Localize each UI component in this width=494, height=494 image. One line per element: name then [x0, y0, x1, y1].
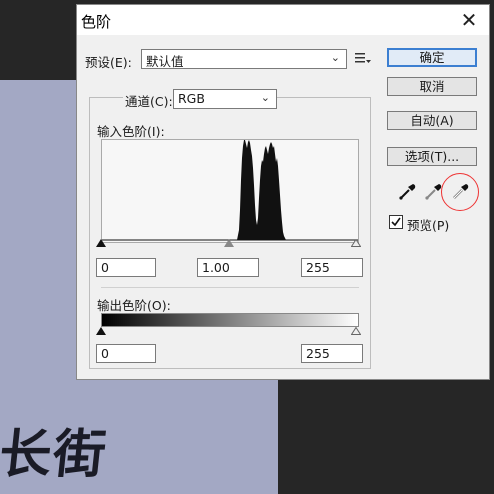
title-bar[interactable]: 色阶 ✕: [77, 5, 489, 35]
dialog-title: 色阶: [81, 13, 112, 31]
cancel-button[interactable]: 取消: [387, 77, 477, 96]
channel-select[interactable]: RGB ⌄: [173, 89, 277, 109]
input-gamma-slider[interactable]: [224, 239, 234, 247]
preview-checkbox[interactable]: [389, 215, 403, 229]
input-gamma-field[interactable]: 1.00: [197, 258, 259, 277]
close-button[interactable]: ✕: [455, 7, 483, 33]
input-black-field[interactable]: 0: [96, 258, 156, 277]
output-white-slider[interactable]: [351, 327, 361, 335]
preset-select[interactable]: 默认值 ⌄: [141, 49, 347, 69]
input-levels-label: 输入色阶(I):: [97, 124, 165, 139]
preset-menu-icon[interactable]: [355, 51, 371, 65]
channel-value: RGB: [178, 91, 205, 106]
output-black-slider[interactable]: [96, 327, 106, 335]
input-black-slider[interactable]: [96, 239, 106, 247]
output-white-field[interactable]: 255: [301, 344, 363, 363]
input-white-field[interactable]: 255: [301, 258, 363, 277]
histogram-plot: [102, 140, 358, 241]
highlight-circle: [441, 173, 479, 211]
output-levels-label: 输出色阶(O):: [97, 298, 171, 313]
background-handwriting: 长街: [0, 424, 111, 485]
chevron-down-icon: ⌄: [260, 91, 270, 104]
preview-label: 预览(P): [407, 218, 450, 233]
output-black-field[interactable]: 0: [96, 344, 156, 363]
divider: [101, 287, 359, 288]
channel-label: 通道(C):: [123, 91, 175, 110]
levels-dialog: 色阶 ✕ 预设(E): 默认值 ⌄ 确定 取消 自动(A) 选项(T)... 预…: [76, 4, 490, 380]
black-point-eyedropper-icon[interactable]: [398, 181, 418, 201]
checkmark-icon: [391, 217, 401, 227]
histogram: [101, 139, 359, 243]
preset-label: 预设(E):: [85, 55, 132, 70]
options-button[interactable]: 选项(T)...: [387, 147, 477, 166]
auto-button[interactable]: 自动(A): [387, 111, 477, 130]
output-gradient: [101, 313, 359, 327]
ok-button[interactable]: 确定: [387, 48, 477, 67]
preset-value: 默认值: [146, 54, 184, 69]
chevron-down-icon: ⌄: [330, 51, 340, 64]
input-white-slider[interactable]: [351, 239, 361, 247]
